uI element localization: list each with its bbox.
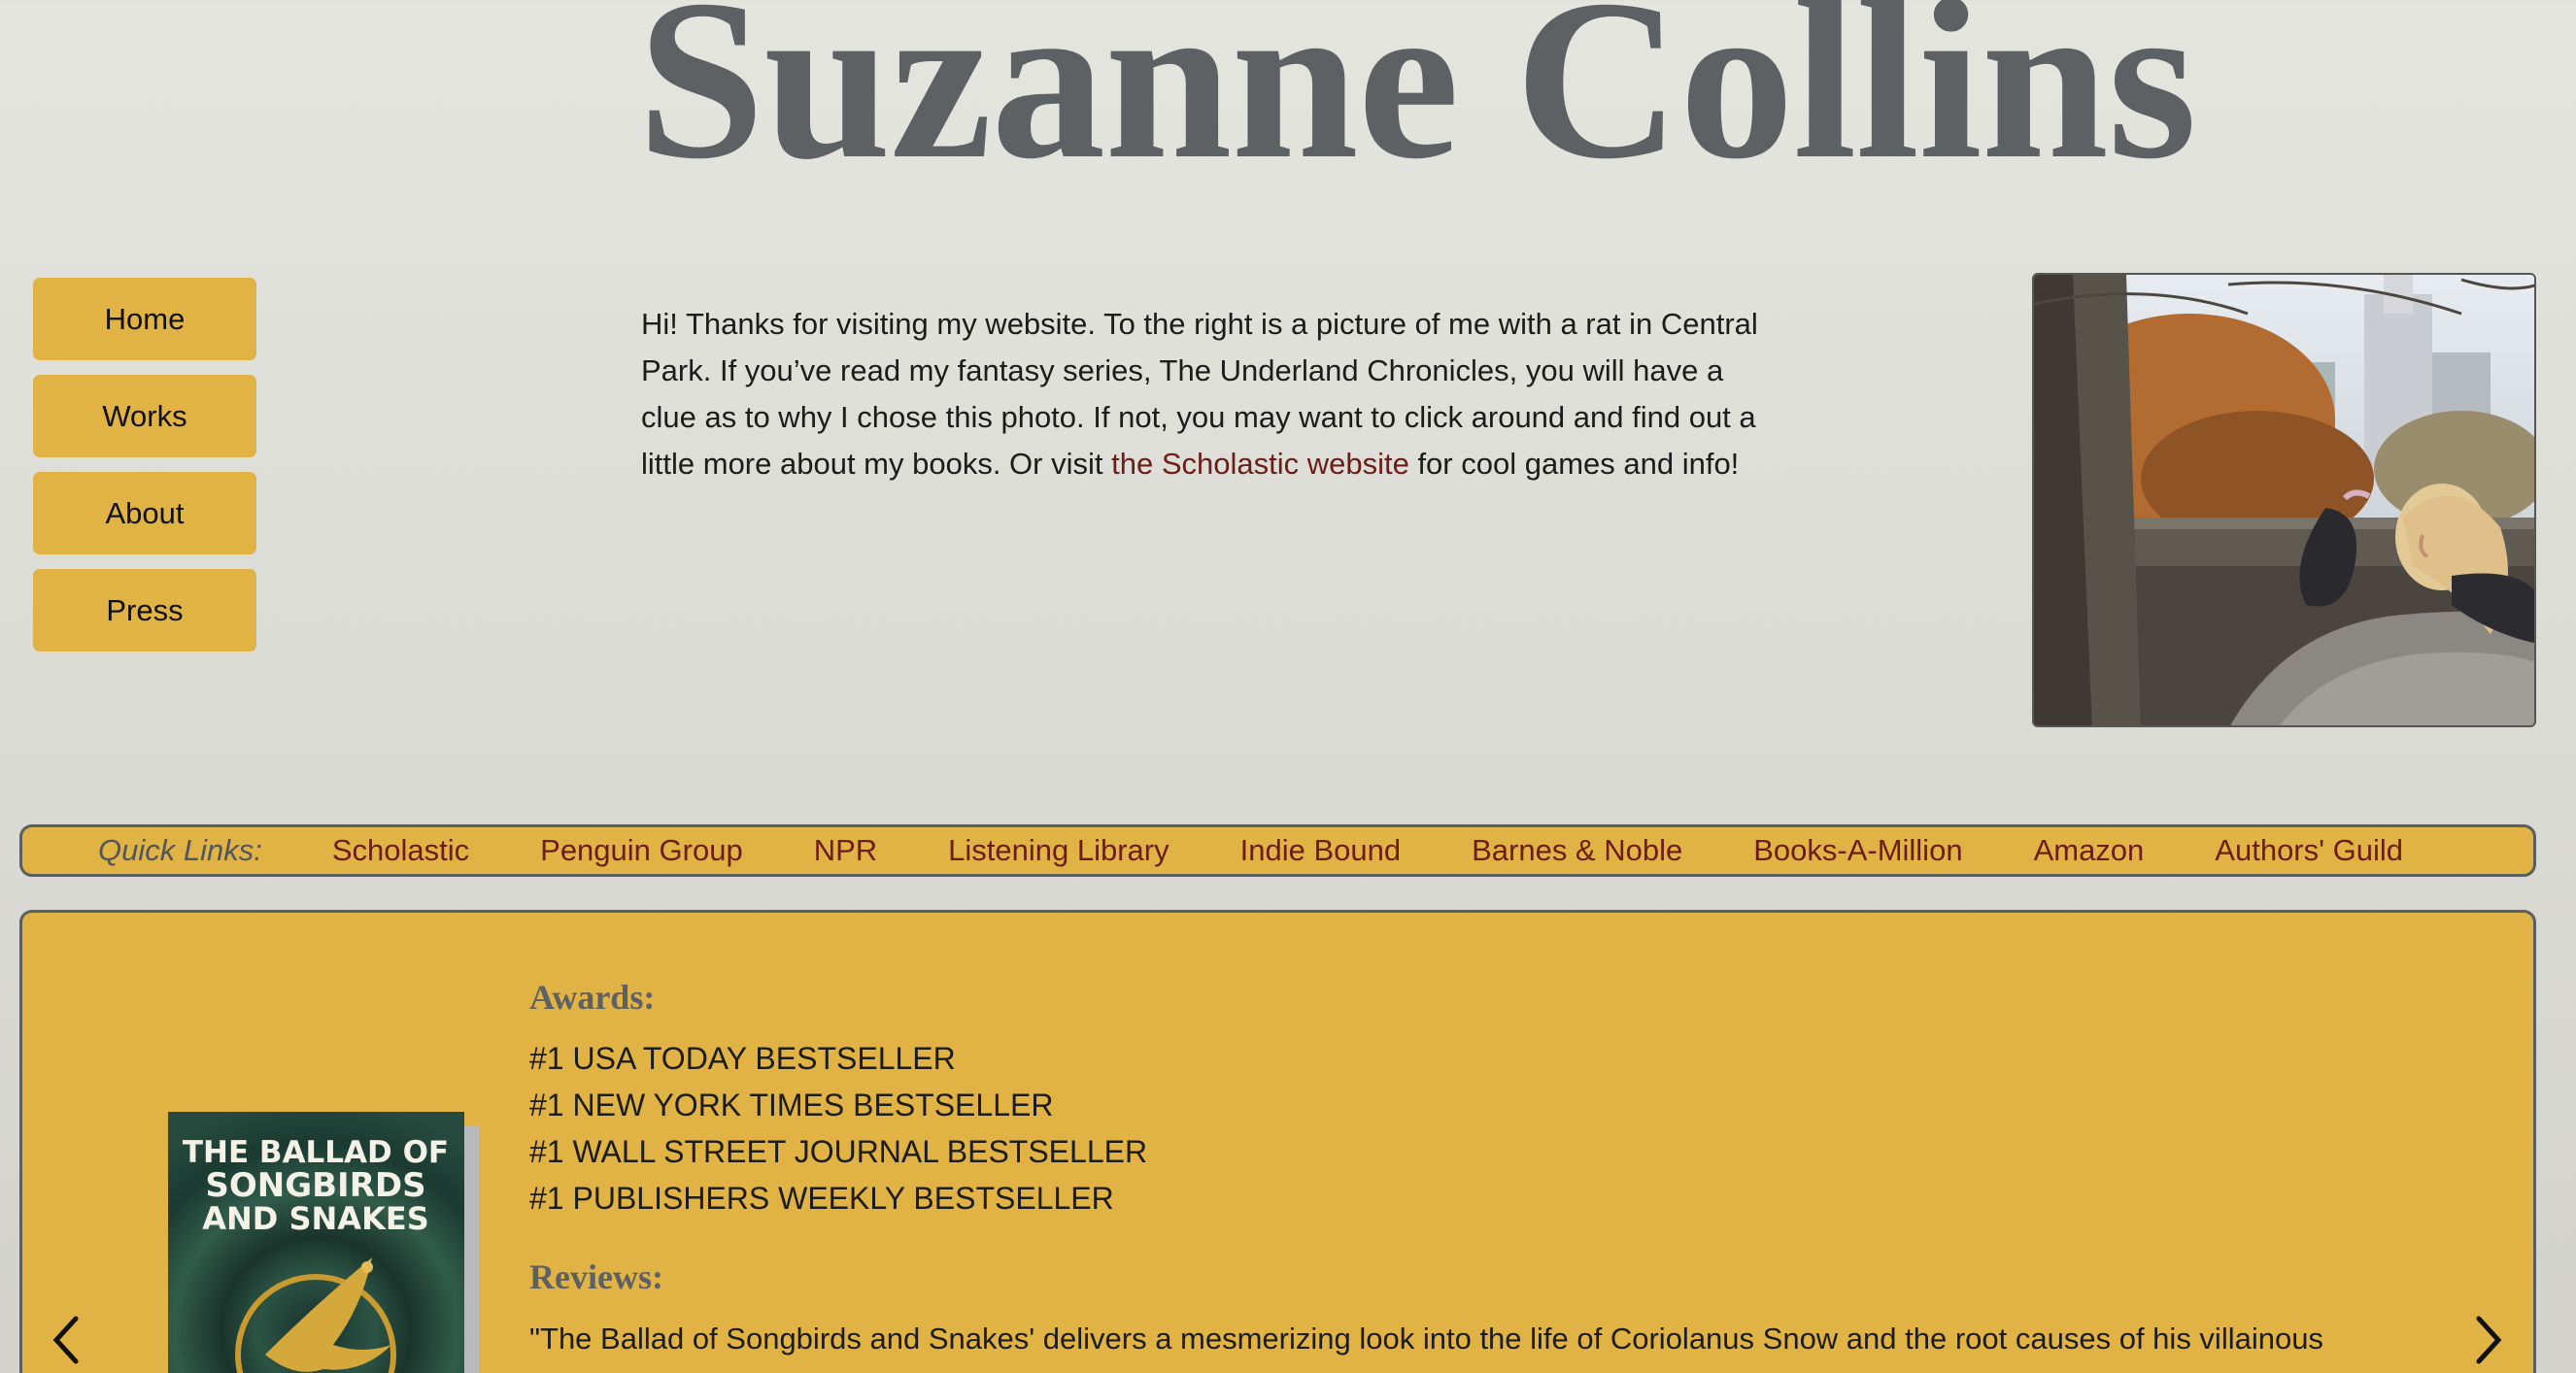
review-text: "The Ballad of Songbirds and Snakes' del… <box>529 1322 2323 1356</box>
award-item: #1 NEW YORK TIMES BESTSELLER <box>529 1088 1054 1122</box>
nav-press-button[interactable]: Press <box>33 569 256 652</box>
site-title: Suzanne Collins <box>637 0 2197 207</box>
award-item: #1 USA TODAY BESTSELLER <box>529 1041 956 1076</box>
book-title-line-1: THE BALLAD OF <box>183 1135 449 1170</box>
quick-link-amazon[interactable]: Amazon <box>2034 833 2145 868</box>
quick-link-scholastic[interactable]: Scholastic <box>332 833 469 868</box>
intro-paragraph: Hi! Thanks for visiting my website. To t… <box>641 301 1758 487</box>
quick-link-authors-guild[interactable]: Authors' Guild <box>2215 833 2403 868</box>
quick-link-listening-library[interactable]: Listening Library <box>948 833 1169 868</box>
nav-about-button[interactable]: About <box>33 472 256 554</box>
quick-links-label: Quick Links: <box>98 833 262 867</box>
award-item: #1 WALL STREET JOURNAL BESTSELLER <box>529 1134 1148 1169</box>
award-item: #1 PUBLISHERS WEEKLY BESTSELLER <box>529 1181 1114 1216</box>
chevron-right-icon[interactable] <box>2469 1311 2508 1369</box>
nav-works-button[interactable]: Works <box>33 375 256 457</box>
quick-links-bar: Quick Links: Scholastic Penguin Group NP… <box>19 824 2536 877</box>
nav-home-button[interactable]: Home <box>33 278 256 360</box>
scholastic-website-link[interactable]: the Scholastic website <box>1111 447 1409 481</box>
main-nav: Home Works About Press <box>33 278 256 666</box>
quick-link-barnes-noble[interactable]: Barnes & Noble <box>1472 833 1682 868</box>
awards-heading: Awards: <box>529 978 656 1017</box>
book-cover[interactable]: THE BALLAD OF SONGBIRDS AND SNAKES <box>168 1112 492 1373</box>
chevron-left-icon[interactable] <box>47 1311 85 1369</box>
quick-link-books-a-million[interactable]: Books-A-Million <box>1753 833 1962 868</box>
book-title-line-3: AND SNAKES <box>202 1200 429 1237</box>
awards-list: #1 USA TODAY BESTSELLER #1 NEW YORK TIME… <box>529 1035 1147 1222</box>
quick-link-indie-bound[interactable]: Indie Bound <box>1240 833 1401 868</box>
featured-book-panel: THE BALLAD OF SONGBIRDS AND SNAKES Award… <box>19 910 2536 1373</box>
reviews-heading: Reviews: <box>529 1257 663 1296</box>
intro-text-end: for cool games and info! <box>1408 447 1740 481</box>
quick-link-npr[interactable]: NPR <box>814 833 877 868</box>
quick-link-penguin-group[interactable]: Penguin Group <box>540 833 743 868</box>
book-title-line-2: SONGBIRDS <box>205 1166 425 1205</box>
author-photo <box>2032 273 2536 727</box>
